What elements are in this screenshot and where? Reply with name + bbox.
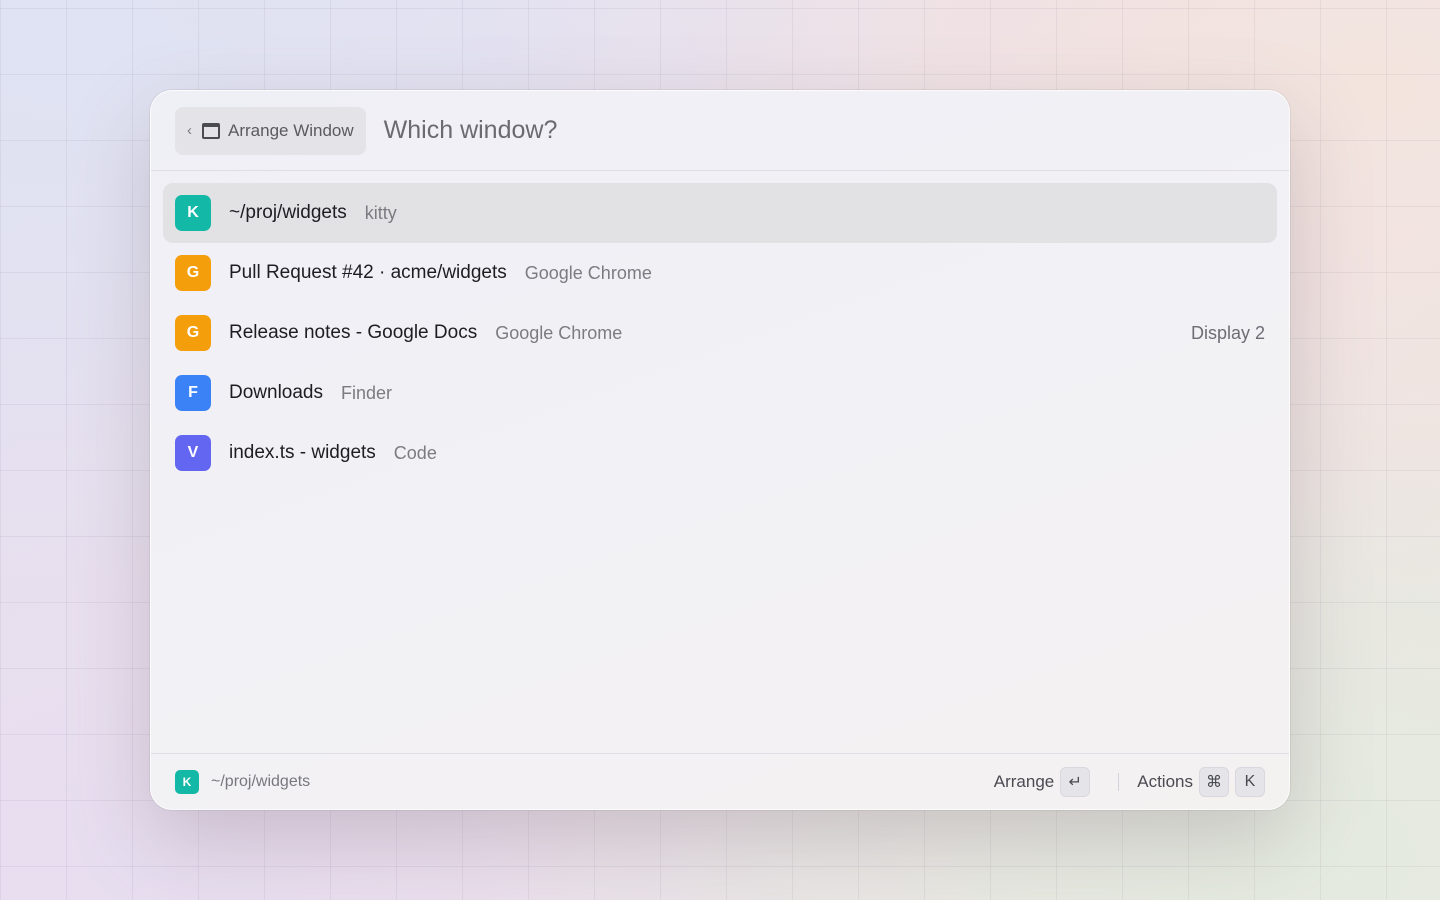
window-title: Pull Request #42 · acme/widgets [229, 262, 507, 283]
footer-actions: Arrange ↵ Actions ⌘ K [994, 766, 1265, 797]
window-title: Release notes - Google Docs [229, 322, 478, 343]
list-item[interactable]: V index.ts - widgets Code [163, 423, 1277, 483]
k-key: K [1235, 766, 1265, 797]
kitty-app-icon: K [175, 769, 199, 794]
app-name: kitty [364, 202, 397, 223]
window-list: K ~/proj/widgets kitty G Pull Request #4… [151, 171, 1289, 483]
divider [1118, 772, 1120, 791]
return-key-icon: ↵ [1060, 766, 1091, 797]
command-key-icon: ⌘ [1199, 766, 1229, 797]
actions-button[interactable]: Actions [1137, 772, 1193, 792]
code-app-icon: V [175, 435, 211, 471]
display-accessory: Display 2 [1190, 322, 1265, 343]
search-header: ‹ Arrange Window Which window? [151, 91, 1289, 171]
app-name: Code [393, 442, 437, 463]
chrome-app-icon: G [175, 315, 211, 351]
window-title: index.ts - widgets [229, 442, 376, 463]
arrange-action[interactable]: Arrange [994, 772, 1054, 792]
search-input[interactable]: Which window? [384, 116, 558, 145]
list-item[interactable]: G Pull Request #42 · acme/widgets Google… [163, 243, 1277, 303]
chevron-left-icon: ‹ [187, 122, 192, 139]
list-item[interactable]: K ~/proj/widgets kitty [163, 183, 1277, 243]
list-item[interactable]: F Downloads Finder [163, 363, 1277, 423]
command-palette: ‹ Arrange Window Which window? K ~/proj/… [150, 90, 1290, 810]
app-name: Finder [341, 382, 393, 403]
action-bar: K ~/proj/widgets Arrange ↵ Actions ⌘ K [151, 753, 1289, 809]
back-button-label: Arrange Window [228, 120, 354, 140]
finder-app-icon: F [175, 375, 211, 411]
window-title: Downloads [229, 382, 323, 403]
kitty-app-icon: K [175, 195, 211, 231]
list-item[interactable]: G Release notes - Google Docs Google Chr… [163, 303, 1277, 363]
chrome-app-icon: G [175, 255, 211, 291]
window-icon [202, 122, 220, 139]
app-name: Google Chrome [495, 322, 623, 343]
selected-window-path: ~/proj/widgets [211, 772, 311, 790]
app-name: Google Chrome [524, 262, 652, 283]
back-button[interactable]: ‹ Arrange Window [175, 106, 366, 155]
window-title: ~/proj/widgets [229, 202, 347, 223]
